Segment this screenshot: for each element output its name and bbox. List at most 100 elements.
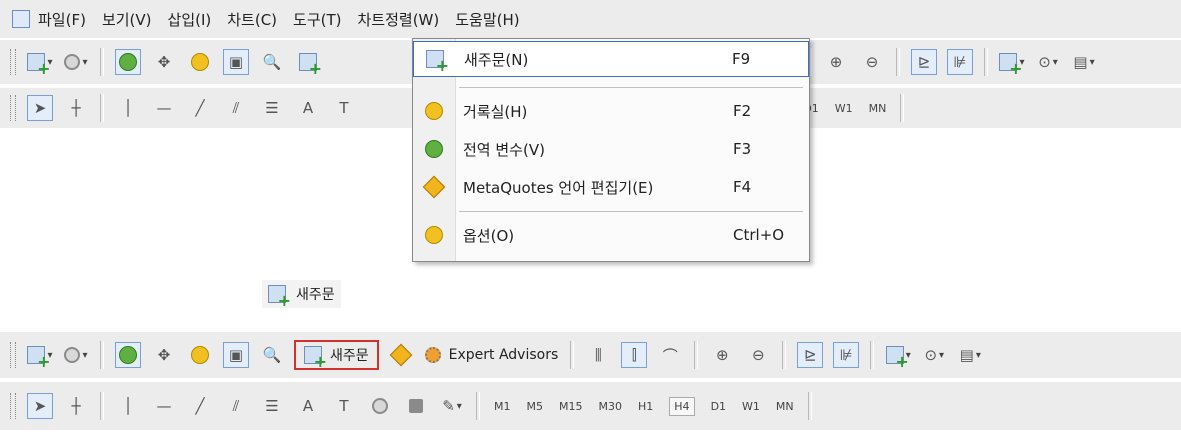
arrows-button[interactable]: ✎ bbox=[439, 393, 465, 419]
timeframe-M1[interactable]: M1 bbox=[494, 400, 511, 413]
menu-file[interactable]: 파일(F) bbox=[38, 9, 102, 30]
toolbar-separator bbox=[984, 48, 988, 76]
vertical-line-button[interactable]: │ bbox=[115, 95, 141, 121]
trendline-button[interactable]: ╱ bbox=[187, 95, 213, 121]
timeframe-D1[interactable]: D1 bbox=[711, 400, 726, 413]
vertical-line-button[interactable]: │ bbox=[115, 393, 141, 419]
periods-button[interactable]: ⊙ bbox=[921, 342, 947, 368]
profiles-button[interactable] bbox=[63, 49, 89, 75]
profiles-button[interactable] bbox=[63, 342, 89, 368]
text-label-button[interactable]: T bbox=[331, 95, 357, 121]
menu-view[interactable]: 보기(V) bbox=[102, 9, 168, 30]
crosshair-button[interactable]: ┼ bbox=[63, 95, 89, 121]
menu-item-new-order[interactable]: 새주문(N) F9 bbox=[413, 41, 809, 77]
auto-scroll-button[interactable]: ⊵ bbox=[911, 49, 937, 75]
text-button[interactable]: A bbox=[295, 95, 321, 121]
menu-item-label: 거록실(H) bbox=[463, 102, 528, 121]
toolbar-separator bbox=[100, 48, 104, 76]
templates-button[interactable]: ▤ bbox=[1071, 49, 1097, 75]
menu-insert[interactable]: 삽입(I) bbox=[168, 9, 228, 30]
menu-item-history[interactable]: 거록실(H) F2 bbox=[413, 93, 809, 129]
channel-button[interactable]: ⫽ bbox=[223, 95, 249, 121]
new-order-label: 새주문 bbox=[296, 287, 335, 303]
menu-help[interactable]: 도움말(H) bbox=[455, 9, 535, 30]
trendline-button[interactable]: ╱ bbox=[187, 393, 213, 419]
toolbar-grip[interactable] bbox=[10, 49, 16, 75]
terminal-button[interactable]: ▣ bbox=[223, 49, 249, 75]
new-chart-button[interactable] bbox=[27, 49, 53, 78]
new-order-button-sample[interactable]: 새주문 bbox=[262, 280, 341, 310]
strategy-tester-button[interactable]: 🔍 bbox=[259, 342, 285, 368]
text-label-button[interactable]: T bbox=[331, 393, 357, 419]
toolbar-grip[interactable] bbox=[10, 393, 16, 419]
fibonacci-button[interactable]: ☰ bbox=[259, 393, 285, 419]
toolbar-grip[interactable] bbox=[10, 95, 16, 121]
channel-button[interactable]: ⫽ bbox=[223, 393, 249, 419]
indicators-button[interactable] bbox=[999, 49, 1025, 78]
zoom-out-button[interactable]: ⊖ bbox=[745, 342, 771, 368]
zoom-out-button[interactable]: ⊖ bbox=[859, 49, 885, 75]
timeframe-H1[interactable]: H1 bbox=[638, 400, 653, 413]
menu-item-options[interactable]: 옵션(O) Ctrl+O bbox=[413, 217, 809, 253]
data-window-button[interactable]: ✥ bbox=[151, 49, 177, 75]
market-watch-button[interactable] bbox=[115, 49, 141, 75]
toolbar-separator bbox=[100, 341, 104, 369]
periods-button[interactable]: ⊙ bbox=[1035, 49, 1061, 75]
menu-window[interactable]: 차트정렬(W) bbox=[358, 9, 456, 30]
crosshair-button[interactable]: ┼ bbox=[63, 393, 89, 419]
templates-button[interactable]: ▤ bbox=[957, 342, 983, 368]
line-chart-button[interactable]: ⌒ bbox=[657, 342, 683, 368]
indicators-button[interactable] bbox=[885, 342, 911, 371]
menu-tools[interactable]: 도구(T) bbox=[293, 9, 357, 30]
market-watch-icon bbox=[119, 53, 137, 71]
menu-item-metaeditor[interactable]: MetaQuotes 언어 편집기(E) F4 bbox=[413, 169, 809, 205]
ellipse-button[interactable] bbox=[367, 393, 393, 419]
timeframe-H4[interactable]: H4 bbox=[669, 396, 695, 416]
new-order-button[interactable]: 새주문 bbox=[294, 340, 379, 371]
new-order-button-covered[interactable] bbox=[295, 49, 322, 78]
toolbar-separator bbox=[476, 392, 480, 420]
indicators-icon bbox=[999, 53, 1022, 78]
toolbar-separator bbox=[870, 341, 875, 369]
horizontal-line-button[interactable]: — bbox=[151, 95, 177, 121]
cursor-button[interactable]: ➤ bbox=[27, 393, 53, 419]
chart-shift-button[interactable]: ⊯ bbox=[947, 49, 973, 75]
bar-chart-button[interactable]: ⫼ bbox=[585, 342, 611, 368]
global-variables-icon bbox=[425, 140, 443, 158]
data-window-button[interactable]: ✥ bbox=[151, 342, 177, 368]
metaeditor-button[interactable] bbox=[388, 342, 414, 368]
menu-item-global-variables[interactable]: 전역 변수(V) F3 bbox=[413, 131, 809, 167]
new-chart-button[interactable] bbox=[27, 342, 53, 371]
toolbar-grip[interactable] bbox=[10, 342, 16, 368]
timeframe-M15[interactable]: M15 bbox=[559, 400, 583, 413]
rectangle-icon bbox=[409, 399, 423, 413]
market-watch-button[interactable] bbox=[115, 342, 141, 368]
timeframe-MN[interactable]: MN bbox=[776, 400, 794, 413]
options-icon bbox=[425, 226, 443, 244]
cursor-button[interactable]: ➤ bbox=[27, 95, 53, 121]
navigator-button[interactable] bbox=[187, 342, 213, 368]
strategy-tester-button[interactable]: 🔍 bbox=[259, 49, 285, 75]
rectangle-button[interactable] bbox=[403, 393, 429, 419]
zoom-in-button[interactable]: ⊕ bbox=[709, 342, 735, 368]
chart-shift-button[interactable]: ⊯ bbox=[833, 342, 860, 368]
new-chart-icon bbox=[27, 53, 50, 78]
zoom-in-button[interactable]: ⊕ bbox=[823, 49, 849, 75]
terminal-button[interactable]: ▣ bbox=[223, 342, 249, 368]
timeframe-M30[interactable]: M30 bbox=[599, 400, 623, 413]
navigator-icon bbox=[191, 53, 209, 71]
horizontal-line-button[interactable]: — bbox=[151, 393, 177, 419]
candlestick-button[interactable]: ⫿ bbox=[621, 342, 648, 368]
timeframe-M5[interactable]: M5 bbox=[527, 400, 544, 413]
auto-scroll-button[interactable]: ⊵ bbox=[797, 342, 824, 368]
menu-item-label: 옵션(O) bbox=[463, 226, 515, 245]
menu-charts[interactable]: 차트(C) bbox=[227, 9, 293, 30]
timeframe-W1[interactable]: W1 bbox=[742, 400, 760, 413]
navigator-button[interactable] bbox=[187, 49, 213, 75]
fibonacci-button[interactable]: ☰ bbox=[259, 95, 285, 121]
new-order-label: 새주문 bbox=[330, 348, 369, 364]
timeframe-MN[interactable]: MN bbox=[869, 102, 887, 115]
timeframe-W1[interactable]: W1 bbox=[835, 102, 853, 115]
text-button[interactable]: A bbox=[295, 393, 321, 419]
expert-advisors-button[interactable]: Expert Advisors bbox=[424, 347, 558, 363]
